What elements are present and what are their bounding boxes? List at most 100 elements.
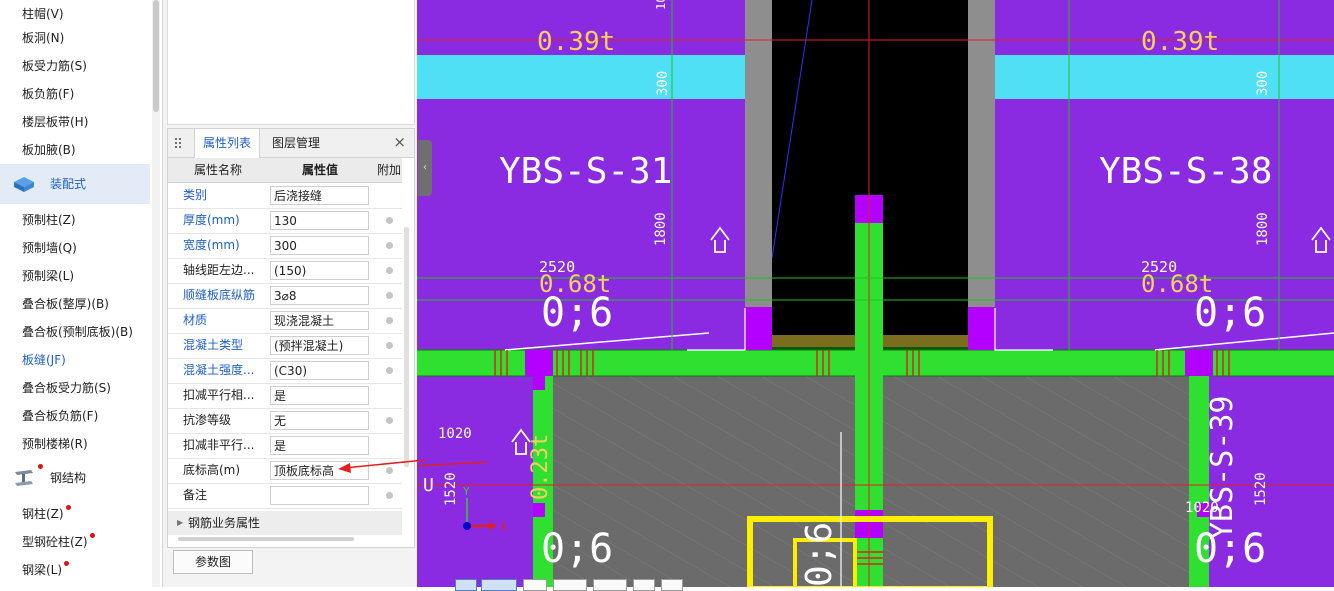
property-name: 底标高(m)	[183, 463, 241, 477]
tree-item-slab-joint[interactable]: 板缝(JF)	[0, 346, 150, 374]
tree-item-prefab-wall[interactable]: 预制墙(Q)	[0, 234, 150, 262]
properties-panel: 属性列表 图层管理 × 属性名称 属性值 附加 类别 后浇接缝 厚度(mm) 1…	[167, 128, 415, 548]
slab-label-bottom-right: YBS-S-39	[1205, 396, 1240, 541]
tab-properties[interactable]: 属性列表	[194, 129, 261, 158]
tree-item-label: 钢柱(Z)	[22, 507, 64, 521]
column-right	[968, 307, 995, 350]
tree-item-steel-beam[interactable]: 钢梁(L)	[0, 556, 150, 584]
tree-item-prefab-beam[interactable]: 预制梁(L)	[0, 262, 150, 290]
property-value-field[interactable]: 现浇混凝土	[270, 311, 369, 330]
group-rebar-properties[interactable]: ▶ 钢筋业务属性	[168, 511, 402, 535]
properties-hscrollbar[interactable]	[178, 537, 354, 541]
category-prefab[interactable]: 装配式	[0, 164, 150, 204]
tree-item-slab-neg-rebar[interactable]: 板负筋(F)	[0, 80, 150, 108]
property-name: 抗渗等级	[183, 413, 232, 427]
tree-item-steel-column[interactable]: 钢柱(Z)	[0, 500, 150, 528]
extra-checkbox[interactable]	[386, 417, 393, 424]
toolbar-button[interactable]	[661, 579, 683, 591]
category-steel-label: 钢结构	[50, 471, 87, 485]
extra-checkbox[interactable]	[386, 492, 393, 499]
dim-text: 300	[1255, 71, 1271, 96]
property-value-field[interactable]: 300	[270, 236, 369, 255]
dim-text: 2520	[1141, 258, 1177, 276]
properties-tabbar: 属性列表 图层管理 ×	[168, 129, 414, 158]
table-row: 顺缝板底纵筋 3⌀8	[168, 283, 402, 309]
property-name: 备注	[183, 488, 208, 502]
tree-item-slab-rebar[interactable]: 板受力筋(S)	[0, 52, 150, 80]
properties-scrollbar[interactable]	[404, 227, 409, 467]
column-left	[745, 307, 772, 350]
property-value-field[interactable]	[270, 486, 369, 505]
dim-text: 1020	[438, 426, 472, 442]
table-row: 混凝土类型 (预拌混凝土)	[168, 333, 402, 359]
property-value-field[interactable]: 是	[270, 386, 369, 405]
table-row: 厚度(mm) 130	[168, 208, 402, 234]
toolbar-button[interactable]	[455, 579, 477, 591]
property-value-field[interactable]: 3⌀8	[270, 286, 369, 305]
table-row: 宽度(mm) 300	[168, 233, 402, 259]
table-row: 扣减平行相... 是	[168, 383, 402, 409]
steel-beam-icon	[15, 470, 33, 486]
property-name: 顺缝板底纵筋	[183, 288, 256, 302]
table-row: 抗渗等级 无	[168, 408, 402, 434]
slab-label-left: YBS-S-31	[499, 151, 672, 192]
tree-scrollbar-thumb[interactable]	[153, 0, 159, 112]
tree-item-composite-slab[interactable]: 叠合板(整厚)(B)	[0, 290, 150, 318]
property-name: 轴线距左边...	[183, 263, 255, 277]
parameter-diagram-button[interactable]: 参数图	[173, 550, 253, 574]
tree-item-composite-neg-rebar[interactable]: 叠合板负筋(F)	[0, 402, 150, 430]
tree-item-prefab-column[interactable]: 预制柱(Z)	[0, 206, 150, 234]
tree-item-composite-rebar[interactable]: 叠合板受力筋(S)	[0, 374, 150, 402]
toolbar-button[interactable]	[481, 579, 517, 591]
toolbar-button[interactable]	[523, 579, 547, 591]
property-name: 类别	[183, 188, 208, 202]
category-steel[interactable]: 钢结构	[0, 458, 150, 498]
extra-checkbox[interactable]	[386, 292, 393, 299]
joint-label: 0;6	[541, 290, 613, 336]
group-label: 钢筋业务属性	[188, 516, 261, 530]
dim-text: 2520	[539, 258, 575, 276]
property-value-field[interactable]: 后浇接缝	[270, 186, 369, 205]
extra-checkbox[interactable]	[386, 342, 393, 349]
load-text-right: 0.39t	[1141, 27, 1219, 57]
notification-dot	[89, 533, 95, 538]
close-icon[interactable]: ×	[393, 134, 406, 150]
tree-item-prefab-stair[interactable]: 预制楼梯(R)	[0, 430, 150, 458]
notification-dot	[38, 464, 43, 469]
property-value-field[interactable]: 无	[270, 411, 369, 430]
joint-label: 0;6	[541, 526, 613, 572]
property-name: 材质	[183, 313, 208, 327]
property-value-field[interactable]: (C30)	[270, 361, 369, 380]
cyan-strip-left	[417, 55, 745, 99]
tab-layers[interactable]: 图层管理	[264, 129, 328, 157]
category-prefab-label: 装配式	[50, 177, 87, 191]
axis-x-label: X	[500, 520, 507, 533]
extra-checkbox[interactable]	[386, 367, 393, 374]
extra-checkbox[interactable]	[386, 242, 393, 249]
tree-item-src-column[interactable]: 型钢砼柱(Z)	[0, 528, 150, 556]
load-text-left: 0.39t	[537, 27, 615, 57]
toolbar-button[interactable]	[593, 579, 627, 591]
extra-checkbox[interactable]	[386, 317, 393, 324]
drag-grip-icon[interactable]	[174, 137, 182, 149]
toolbar-button[interactable]	[633, 579, 655, 591]
collapse-panel-button[interactable]: ‹	[418, 140, 432, 196]
dim-text: 300	[655, 71, 671, 96]
tree-item-composite-slab-base[interactable]: 叠合板(预制底板)(B)	[0, 318, 150, 346]
property-value-field[interactable]: (预拌混凝土)	[270, 336, 369, 355]
tree-item-slab-haunch[interactable]: 板加腋(B)	[0, 136, 150, 164]
extra-checkbox[interactable]	[386, 267, 393, 274]
property-value-field[interactable]: 130	[270, 211, 369, 230]
dim-text: 1050	[654, 0, 668, 10]
prefab-icon	[14, 177, 34, 192]
tree-item-slab-hole[interactable]: 板洞(N)	[0, 24, 150, 52]
table-row: 混凝土强度... (C30)	[168, 358, 402, 384]
table-row: 材质 现浇混凝土	[168, 308, 402, 334]
property-name: 扣减平行相...	[183, 388, 255, 402]
extra-checkbox[interactable]	[386, 217, 393, 224]
notification-dot	[65, 505, 71, 510]
cad-drawing-canvas[interactable]: 0.39t 0.39t 0.68t 0.68t 0.23t YBS-S-31 Y…	[417, 0, 1334, 587]
tree-item-floor-strip[interactable]: 楼层板带(H)	[0, 108, 150, 136]
property-value-field[interactable]: (150)	[270, 261, 369, 280]
toolbar-button[interactable]	[553, 579, 587, 591]
